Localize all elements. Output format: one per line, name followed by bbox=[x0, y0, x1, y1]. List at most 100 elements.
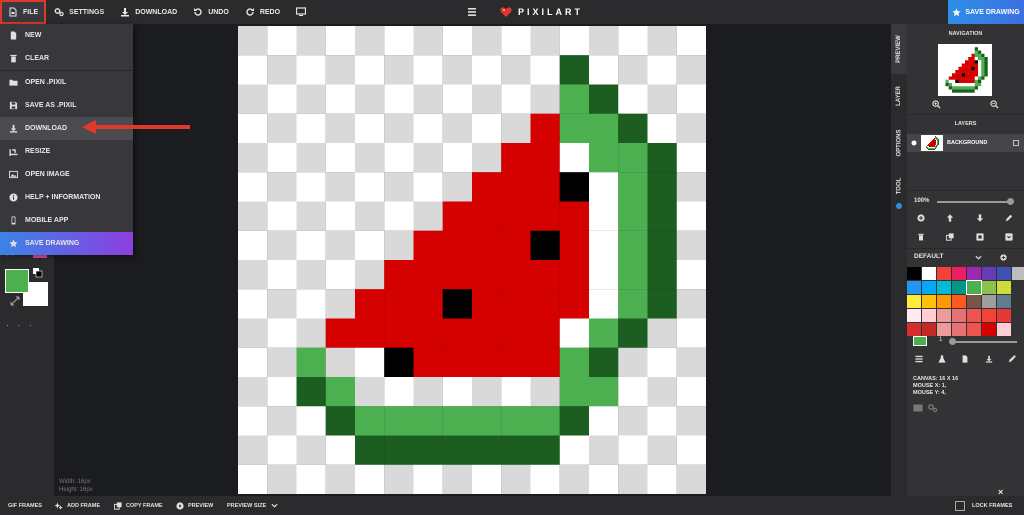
painted-pixel[interactable] bbox=[981, 70, 985, 74]
painted-pixel[interactable] bbox=[296, 377, 326, 407]
empty-pixel[interactable] bbox=[930, 139, 932, 141]
empty-pixel[interactable] bbox=[647, 347, 677, 378]
empty-pixel[interactable] bbox=[267, 201, 297, 231]
palette-swatch[interactable] bbox=[922, 309, 936, 322]
painted-pixel[interactable] bbox=[936, 143, 938, 145]
empty-pixel[interactable] bbox=[981, 79, 985, 84]
painted-pixel[interactable] bbox=[325, 406, 356, 436]
empty-pixel[interactable] bbox=[924, 148, 926, 150]
empty-pixel[interactable] bbox=[267, 172, 297, 202]
painted-pixel[interactable] bbox=[472, 318, 502, 348]
painted-pixel[interactable] bbox=[413, 347, 443, 378]
empty-pixel[interactable] bbox=[924, 137, 926, 139]
empty-pixel[interactable] bbox=[501, 113, 531, 144]
empty-pixel[interactable] bbox=[647, 464, 677, 494]
painted-pixel[interactable] bbox=[952, 79, 956, 84]
empty-pixel[interactable] bbox=[937, 149, 939, 151]
painted-pixel[interactable] bbox=[559, 318, 590, 348]
painted-pixel[interactable] bbox=[978, 70, 982, 74]
painted-pixel[interactable] bbox=[971, 53, 975, 58]
empty-pixel[interactable] bbox=[987, 50, 992, 54]
empty-pixel[interactable] bbox=[939, 146, 941, 148]
painted-pixel[interactable] bbox=[930, 144, 932, 146]
empty-pixel[interactable] bbox=[618, 464, 648, 494]
painted-pixel[interactable] bbox=[965, 89, 969, 93]
painted-pixel[interactable] bbox=[442, 289, 473, 319]
empty-pixel[interactable] bbox=[296, 435, 326, 465]
painted-pixel[interactable] bbox=[948, 83, 953, 87]
painted-pixel[interactable] bbox=[974, 60, 979, 64]
empty-pixel[interactable] bbox=[952, 92, 956, 96]
empty-pixel[interactable] bbox=[559, 464, 590, 494]
empty-pixel[interactable] bbox=[676, 435, 706, 465]
empty-pixel[interactable] bbox=[676, 406, 706, 436]
painted-pixel[interactable] bbox=[974, 70, 979, 74]
empty-pixel[interactable] bbox=[987, 44, 992, 48]
empty-pixel[interactable] bbox=[958, 60, 962, 64]
painted-pixel[interactable] bbox=[938, 140, 940, 142]
painted-pixel[interactable] bbox=[413, 406, 443, 436]
empty-pixel[interactable] bbox=[934, 135, 936, 137]
empty-pixel[interactable] bbox=[924, 149, 926, 151]
painted-pixel[interactable] bbox=[442, 347, 473, 378]
empty-pixel[interactable] bbox=[924, 147, 926, 149]
settings-button[interactable]: SETTINGS bbox=[46, 0, 112, 24]
painted-pixel[interactable] bbox=[413, 318, 443, 348]
empty-pixel[interactable] bbox=[961, 47, 966, 51]
empty-pixel[interactable] bbox=[472, 377, 502, 407]
empty-pixel[interactable] bbox=[618, 84, 648, 114]
painted-pixel[interactable] bbox=[618, 143, 648, 173]
painted-pixel[interactable] bbox=[928, 146, 930, 148]
empty-pixel[interactable] bbox=[238, 143, 268, 173]
painted-pixel[interactable] bbox=[355, 289, 385, 319]
empty-pixel[interactable] bbox=[948, 79, 953, 84]
painted-pixel[interactable] bbox=[559, 55, 590, 85]
empty-pixel[interactable] bbox=[925, 146, 927, 148]
empty-pixel[interactable] bbox=[987, 57, 992, 61]
empty-pixel[interactable] bbox=[325, 55, 356, 85]
painted-pixel[interactable] bbox=[938, 144, 940, 146]
painted-pixel[interactable] bbox=[501, 260, 531, 290]
empty-pixel[interactable] bbox=[296, 464, 326, 494]
empty-pixel[interactable] bbox=[442, 55, 473, 85]
empty-pixel[interactable] bbox=[930, 140, 932, 142]
empty-pixel[interactable] bbox=[958, 50, 962, 54]
empty-pixel[interactable] bbox=[942, 57, 946, 61]
empty-pixel[interactable] bbox=[937, 148, 939, 150]
empty-pixel[interactable] bbox=[937, 150, 939, 151]
empty-pixel[interactable] bbox=[927, 137, 929, 139]
painted-pixel[interactable] bbox=[933, 146, 935, 148]
layer-opacity-slider[interactable] bbox=[937, 201, 1011, 203]
painted-pixel[interactable] bbox=[981, 57, 985, 61]
empty-pixel[interactable] bbox=[472, 143, 502, 173]
empty-pixel[interactable] bbox=[325, 260, 356, 290]
empty-pixel[interactable] bbox=[238, 289, 268, 319]
empty-pixel[interactable] bbox=[961, 60, 966, 64]
painted-pixel[interactable] bbox=[589, 289, 619, 319]
empty-pixel[interactable] bbox=[325, 435, 356, 465]
painted-pixel[interactable] bbox=[932, 144, 934, 146]
empty-pixel[interactable] bbox=[267, 26, 297, 56]
painted-pixel[interactable] bbox=[927, 147, 929, 149]
painted-pixel[interactable] bbox=[961, 79, 966, 84]
painted-pixel[interactable] bbox=[559, 230, 590, 261]
empty-pixel[interactable] bbox=[965, 50, 969, 54]
painted-pixel[interactable] bbox=[559, 347, 590, 378]
empty-pixel[interactable] bbox=[928, 147, 930, 149]
painted-pixel[interactable] bbox=[955, 70, 959, 74]
empty-pixel[interactable] bbox=[981, 89, 985, 93]
file-button[interactable]: FILE bbox=[0, 0, 47, 24]
painted-pixel[interactable] bbox=[931, 141, 933, 143]
painted-pixel[interactable] bbox=[530, 435, 560, 465]
painted-pixel[interactable] bbox=[974, 47, 979, 51]
empty-pixel[interactable] bbox=[938, 146, 940, 148]
empty-pixel[interactable] bbox=[933, 136, 935, 138]
empty-pixel[interactable] bbox=[948, 63, 953, 67]
empty-pixel[interactable] bbox=[530, 26, 560, 56]
empty-pixel[interactable] bbox=[952, 60, 956, 64]
empty-pixel[interactable] bbox=[931, 138, 933, 140]
fullscreen-button[interactable] bbox=[288, 0, 319, 24]
painted-pixel[interactable] bbox=[968, 89, 972, 93]
empty-pixel[interactable] bbox=[932, 135, 934, 137]
empty-pixel[interactable] bbox=[935, 135, 937, 137]
